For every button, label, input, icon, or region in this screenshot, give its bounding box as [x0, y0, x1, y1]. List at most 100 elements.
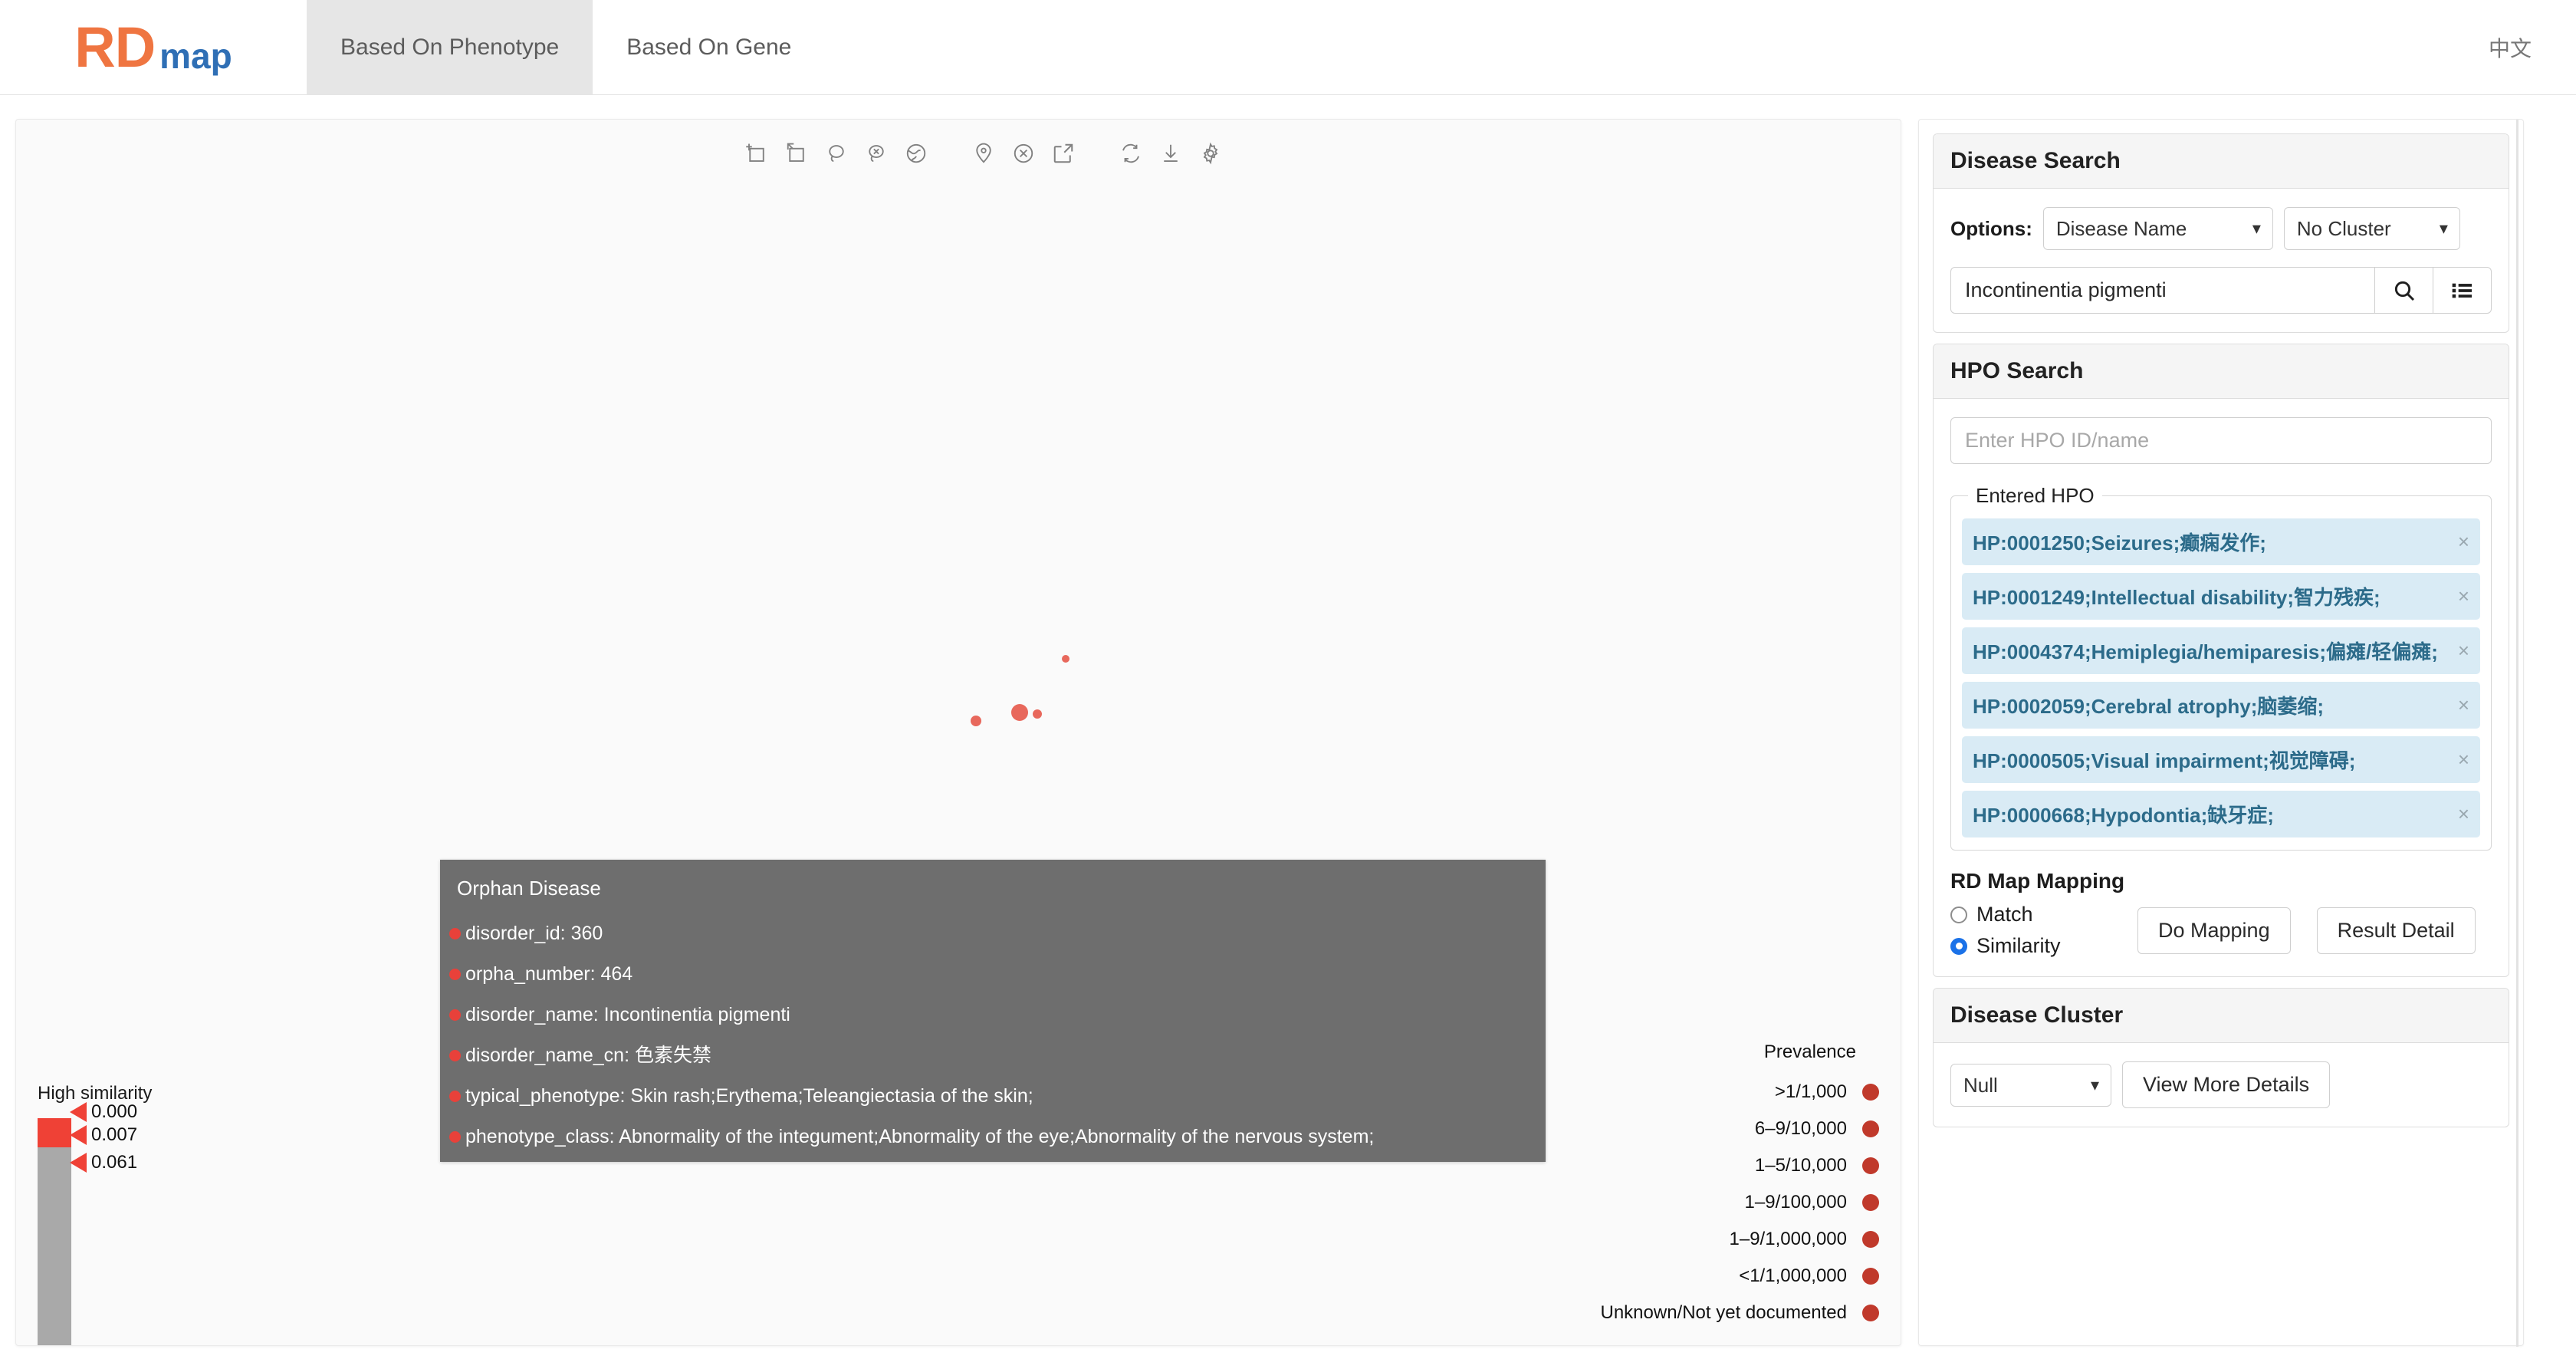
disease-search-input[interactable] [1950, 267, 2375, 314]
do-mapping-button[interactable]: Do Mapping [2137, 907, 2291, 954]
tooltip-row: typical_phenotype: Skin rash;Erythema;Te… [440, 1087, 1546, 1106]
prevalence-legend-item[interactable]: Unknown/Not yet documented [1600, 1295, 1879, 1331]
disease-search-field-select[interactable]: Disease Name [2042, 207, 2273, 250]
radio-similarity[interactable]: Similarity [1950, 934, 2127, 958]
scatter-point[interactable] [1033, 709, 1042, 719]
close-x-icon[interactable]: × [2458, 639, 2469, 663]
hpo-tag[interactable]: HP:0004374;Hemiplegia/hemiparesis;偏瘫/轻偏瘫… [1962, 627, 2480, 674]
tooltip-row-text: orpha_number: 464 [465, 963, 633, 985]
close-x-icon[interactable]: × [2458, 802, 2469, 826]
close-x-icon[interactable]: × [2458, 748, 2469, 772]
close-x-icon[interactable]: × [2458, 530, 2469, 554]
tab-based-on-phenotype[interactable]: Based On Phenotype [307, 0, 593, 94]
tooltip-bullet-icon [449, 1091, 461, 1102]
close-x-icon[interactable]: × [2458, 584, 2469, 608]
similarity-marker-value: 0.000 [91, 1101, 138, 1122]
prevalence-dot-icon [1862, 1084, 1879, 1101]
radio-similarity-label: Similarity [1976, 934, 2061, 957]
disease-cluster-select[interactable]: Null [1950, 1063, 2111, 1107]
sidebar-scrollbar[interactable] [2516, 120, 2518, 1347]
prevalence-legend-item[interactable]: 1–9/1,000,000 [1730, 1221, 1879, 1258]
similarity-marker-arrow-icon [70, 1153, 87, 1173]
prevalence-legend-item[interactable]: 1–9/100,000 [1745, 1184, 1879, 1221]
prevalence-legend-item[interactable]: 1–5/10,000 [1755, 1147, 1879, 1184]
hpo-tag-label: HP:0000505;Visual impairment;视觉障碍; [1973, 749, 2356, 772]
tooltip-bullet-icon [449, 969, 461, 980]
tooltip-row: disorder_name: Incontinentia pigmenti [440, 1005, 1546, 1025]
similarity-marker: 0.000 [70, 1101, 137, 1123]
hpo-tag-label: HP:0001249;Intellectual disability;智力残疾; [1973, 586, 2380, 609]
hpo-search-input[interactable] [1950, 417, 2492, 464]
brand-logo-rd: RD [74, 15, 156, 79]
prevalence-legend-label: 1–9/1,000,000 [1729, 1229, 1847, 1249]
similarity-legend: High similarity 0.000 0.007 0.061 Low si… [38, 1083, 152, 1345]
radio-circle-icon [1950, 937, 1967, 955]
prevalence-dot-icon [1862, 1194, 1879, 1211]
rd-map-mapping-title: RD Map Mapping [1950, 869, 2125, 893]
disease-map-canvas[interactable]: Orphan Disease disorder_id: 360 orpha_nu… [15, 119, 1901, 1346]
prevalence-legend-item[interactable]: >1/1,000 [1775, 1074, 1879, 1111]
similarity-marker-value: 0.061 [91, 1152, 138, 1173]
hpo-tag-label: HP:0002059;Cerebral atrophy;脑萎缩; [1973, 695, 2325, 718]
disease-search-panel: Disease Search Options: Disease Name ▾ N… [1933, 133, 2509, 333]
hpo-tag-label: HP:0004374;Hemiplegia/hemiparesis;偏瘫/轻偏瘫… [1973, 640, 2438, 663]
view-more-details-button[interactable]: View More Details [2122, 1061, 2331, 1108]
tooltip-row: orpha_number: 464 [440, 965, 1546, 984]
brand-logo-map: map [159, 35, 232, 76]
prevalence-legend-label: Unknown/Not yet documented [1600, 1302, 1847, 1323]
prevalence-dot-icon [1862, 1305, 1879, 1321]
hpo-tag[interactable]: HP:0001250;Seizures;癫痫发作; × [1962, 518, 2480, 565]
similarity-marker: 0.007 [70, 1124, 137, 1146]
hpo-tag-label: HP:0000668;Hypodontia;缺牙症; [1973, 804, 2274, 827]
prevalence-dot-icon [1862, 1120, 1879, 1137]
tooltip-row: phenotype_class: Abnormality of the inte… [440, 1127, 1546, 1147]
tab-based-on-gene[interactable]: Based On Gene [593, 0, 825, 94]
prevalence-dot-icon [1862, 1231, 1879, 1248]
similarity-marker-arrow-icon [70, 1102, 87, 1122]
scatter-point[interactable] [971, 716, 981, 726]
hpo-tag[interactable]: HP:0000505;Visual impairment;视觉障碍; × [1962, 736, 2480, 783]
tooltip-bullet-icon [449, 1131, 461, 1143]
prevalence-dot-icon [1862, 1268, 1879, 1285]
tooltip-row-text: phenotype_class: Abnormality of the inte… [465, 1126, 1375, 1147]
options-label: Options: [1950, 216, 2032, 240]
disease-search-cluster-select[interactable]: No Cluster [2283, 207, 2460, 250]
prevalence-legend: Prevalence >1/1,000 6–9/10,000 1–5/10,00… [1600, 1041, 1879, 1331]
scatter-point[interactable] [1011, 704, 1028, 721]
tooltip-bullet-icon [449, 1009, 461, 1021]
disease-cluster-panel: Disease Cluster Null ▾ View More Details [1933, 988, 2509, 1127]
brand-logo[interactable]: RD map [0, 0, 307, 94]
prevalence-legend-item[interactable]: <1/1,000,000 [1739, 1258, 1879, 1295]
radio-match-label: Match [1976, 903, 2033, 926]
prevalence-legend-item[interactable]: 6–9/10,000 [1755, 1111, 1879, 1147]
similarity-marker-arrow-icon [70, 1125, 87, 1145]
tooltip-row: disorder_name_cn: 色素失禁 [440, 1046, 1546, 1065]
tooltip-row-text: disorder_id: 360 [465, 923, 603, 944]
prevalence-legend-label: 1–5/10,000 [1754, 1155, 1847, 1176]
language-toggle[interactable]: 中文 [2489, 0, 2576, 94]
prevalence-legend-label: 6–9/10,000 [1754, 1118, 1847, 1139]
list-button[interactable] [2433, 267, 2492, 314]
prevalence-dot-icon [1862, 1157, 1879, 1174]
close-x-icon[interactable]: × [2458, 693, 2469, 717]
prevalence-legend-label: 1–9/100,000 [1744, 1192, 1847, 1213]
top-navbar: RD map Based On Phenotype Based On Gene 中… [0, 0, 2576, 95]
scatter-point[interactable] [1062, 655, 1070, 663]
tooltip-row-text: disorder_name_cn: 色素失禁 [465, 1045, 711, 1066]
similarity-colorbar: 0.000 0.007 0.061 [38, 1101, 137, 1345]
result-detail-button[interactable]: Result Detail [2316, 907, 2476, 954]
disease-cluster-title: Disease Cluster [1934, 989, 2509, 1043]
radio-circle-icon [1950, 906, 1967, 923]
hpo-tag[interactable]: HP:0001249;Intellectual disability;智力残疾;… [1962, 573, 2480, 620]
tooltip-title: Orphan Disease [457, 877, 601, 900]
hpo-search-title: HPO Search [1934, 344, 2509, 399]
radio-match[interactable]: Match [1950, 903, 2127, 926]
hpo-tag[interactable]: HP:0002059;Cerebral atrophy;脑萎缩; × [1962, 682, 2480, 729]
search-button[interactable] [2375, 267, 2433, 314]
prevalence-legend-title: Prevalence [1763, 1041, 1856, 1062]
hpo-tag[interactable]: HP:0000668;Hypodontia;缺牙症; × [1962, 791, 2480, 837]
disease-search-title: Disease Search [1934, 134, 2509, 189]
hpo-tag-label: HP:0001250;Seizures;癫痫发作; [1973, 531, 2266, 554]
tooltip-row-text: disorder_name: Incontinentia pigmenti [465, 1004, 790, 1025]
entered-hpo-legend: Entered HPO [1976, 484, 2095, 507]
